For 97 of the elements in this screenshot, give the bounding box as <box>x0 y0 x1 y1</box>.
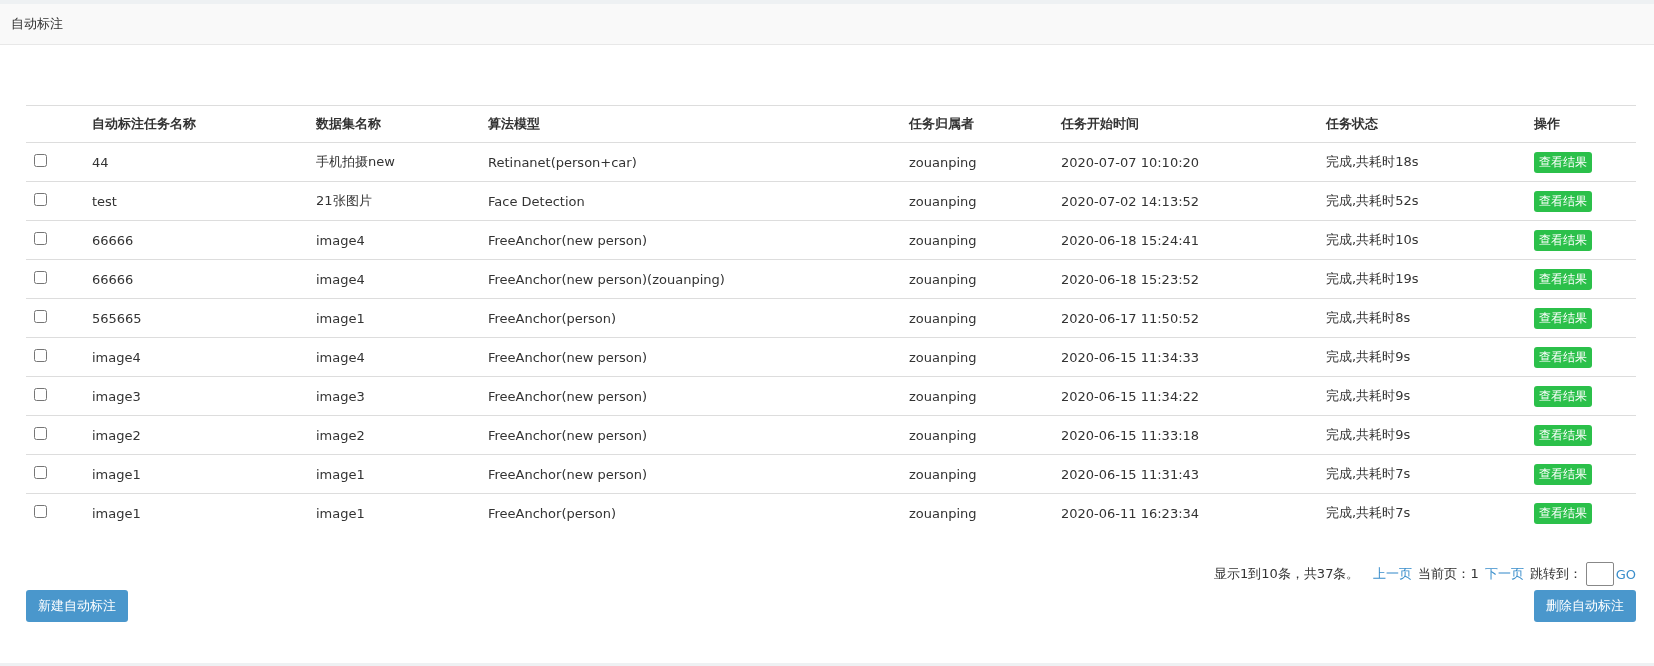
view-result-button[interactable]: 查看结果 <box>1534 307 1592 329</box>
table-cell: 完成,共耗时8s <box>1326 298 1534 338</box>
table-cell: zouanping <box>909 298 1061 338</box>
table-cell: 完成,共耗时10s <box>1326 220 1534 260</box>
column-header: 任务状态 <box>1326 105 1534 143</box>
table-cell: 完成,共耗时7s <box>1326 454 1534 494</box>
table-cell: 完成,共耗时9s <box>1326 337 1534 377</box>
table-cell: zouanping <box>909 415 1061 455</box>
create-button[interactable]: 新建自动标注 <box>26 590 128 622</box>
table-cell: FreeAnchor(person) <box>488 493 909 532</box>
page-input[interactable] <box>1585 562 1614 586</box>
table-cell: 完成,共耗时52s <box>1326 181 1534 221</box>
table-cell: zouanping <box>909 454 1061 494</box>
column-header: 数据集名称 <box>316 105 488 143</box>
table-cell: zouanping <box>909 142 1061 182</box>
table-cell: 66666 <box>92 259 316 299</box>
view-result-button[interactable]: 查看结果 <box>1534 463 1592 485</box>
table-cell: test <box>92 181 316 221</box>
table-cell: 2020-06-11 16:23:34 <box>1061 493 1326 532</box>
table-cell: 2020-06-17 11:50:52 <box>1061 298 1326 338</box>
table-cell: 完成,共耗时18s <box>1326 142 1534 182</box>
column-header: 自动标注任务名称 <box>92 105 316 143</box>
table-cell: FreeAnchor(new person) <box>488 220 909 260</box>
row-checkbox[interactable] <box>34 310 47 323</box>
view-result-button[interactable]: 查看结果 <box>1534 502 1592 524</box>
table-cell: 2020-06-15 11:31:43 <box>1061 454 1326 494</box>
table-cell: image2 <box>92 415 316 455</box>
table-cell: FreeAnchor(new person) <box>488 454 909 494</box>
table-cell: 2020-06-15 11:34:33 <box>1061 337 1326 377</box>
table-cell: 手机拍摄new <box>316 142 488 182</box>
column-header: 操作 <box>1534 105 1636 143</box>
table-cell: FreeAnchor(person) <box>488 298 909 338</box>
table-cell: 完成,共耗时9s <box>1326 415 1534 455</box>
view-result-button[interactable]: 查看结果 <box>1534 151 1592 173</box>
table-cell: zouanping <box>909 493 1061 532</box>
row-checkbox[interactable] <box>34 427 47 440</box>
table-cell: image4 <box>316 220 488 260</box>
table-cell: image1 <box>316 493 488 532</box>
row-checkbox[interactable] <box>34 154 47 167</box>
next-page-link[interactable]: 下一页 <box>1484 565 1524 583</box>
prev-page-link[interactable]: 上一页 <box>1373 565 1413 583</box>
table-cell: 完成,共耗时9s <box>1326 376 1534 416</box>
row-checkbox[interactable] <box>34 193 47 206</box>
table-cell: 44 <box>92 142 316 182</box>
table-cell: FreeAnchor(new person) <box>488 337 909 377</box>
table-cell: 66666 <box>92 220 316 260</box>
table-cell: zouanping <box>909 181 1061 221</box>
table-cell: zouanping <box>909 259 1061 299</box>
table-cell: FreeAnchor(new person) <box>488 376 909 416</box>
table-cell: 完成,共耗时7s <box>1326 493 1534 532</box>
view-result-button[interactable]: 查看结果 <box>1534 346 1592 368</box>
view-result-button[interactable]: 查看结果 <box>1534 268 1592 290</box>
delete-button[interactable]: 删除自动标注 <box>1534 590 1636 622</box>
table-cell: zouanping <box>909 220 1061 260</box>
view-result-button[interactable]: 查看结果 <box>1534 229 1592 251</box>
table-cell: image1 <box>316 454 488 494</box>
row-checkbox[interactable] <box>34 349 47 362</box>
table-cell: 2020-06-15 11:34:22 <box>1061 376 1326 416</box>
column-header: 任务归属者 <box>909 105 1061 143</box>
page-summary: 显示1到10条，共37条。 <box>1214 565 1360 583</box>
jump-label: 跳转到： <box>1529 565 1582 583</box>
table-cell: image1 <box>316 298 488 338</box>
view-result-button[interactable]: 查看结果 <box>1534 190 1592 212</box>
view-result-button[interactable]: 查看结果 <box>1534 385 1592 407</box>
table-cell: Retinanet(person+car) <box>488 142 909 182</box>
table-cell: 完成,共耗时19s <box>1326 259 1534 299</box>
table-cell: 2020-06-18 15:24:41 <box>1061 220 1326 260</box>
table-cell: 565665 <box>92 298 316 338</box>
table-cell: 2020-07-02 14:13:52 <box>1061 181 1326 221</box>
table-cell: zouanping <box>909 376 1061 416</box>
column-header: 算法模型 <box>488 105 909 143</box>
table-cell: image1 <box>92 454 316 494</box>
table-cell: image1 <box>92 493 316 532</box>
column-header: 任务开始时间 <box>1061 105 1326 143</box>
go-link[interactable]: GO <box>1615 566 1636 582</box>
table-cell: image2 <box>316 415 488 455</box>
row-checkbox[interactable] <box>34 232 47 245</box>
table-cell: Face Detection <box>488 181 909 221</box>
table-cell: image3 <box>316 376 488 416</box>
table-cell: image4 <box>92 337 316 377</box>
table-cell: FreeAnchor(new person) <box>488 415 909 455</box>
table-cell: image4 <box>316 337 488 377</box>
page-title: 自动标注 <box>11 15 63 33</box>
view-result-button[interactable]: 查看结果 <box>1534 424 1592 446</box>
table-cell: image3 <box>92 376 316 416</box>
table-cell: 2020-06-15 11:33:18 <box>1061 415 1326 455</box>
row-checkbox[interactable] <box>34 505 47 518</box>
table-cell: 21张图片 <box>316 181 488 221</box>
row-checkbox[interactable] <box>34 388 47 401</box>
table-cell: 2020-06-18 15:23:52 <box>1061 259 1326 299</box>
table-cell: zouanping <box>909 337 1061 377</box>
table-cell: image4 <box>316 259 488 299</box>
row-checkbox[interactable] <box>34 271 47 284</box>
current-page-label: 当前页：1 <box>1418 565 1479 583</box>
table-cell: FreeAnchor(new person)(zouanping) <box>488 259 909 299</box>
row-checkbox[interactable] <box>34 466 47 479</box>
table-cell: 2020-07-07 10:10:20 <box>1061 142 1326 182</box>
